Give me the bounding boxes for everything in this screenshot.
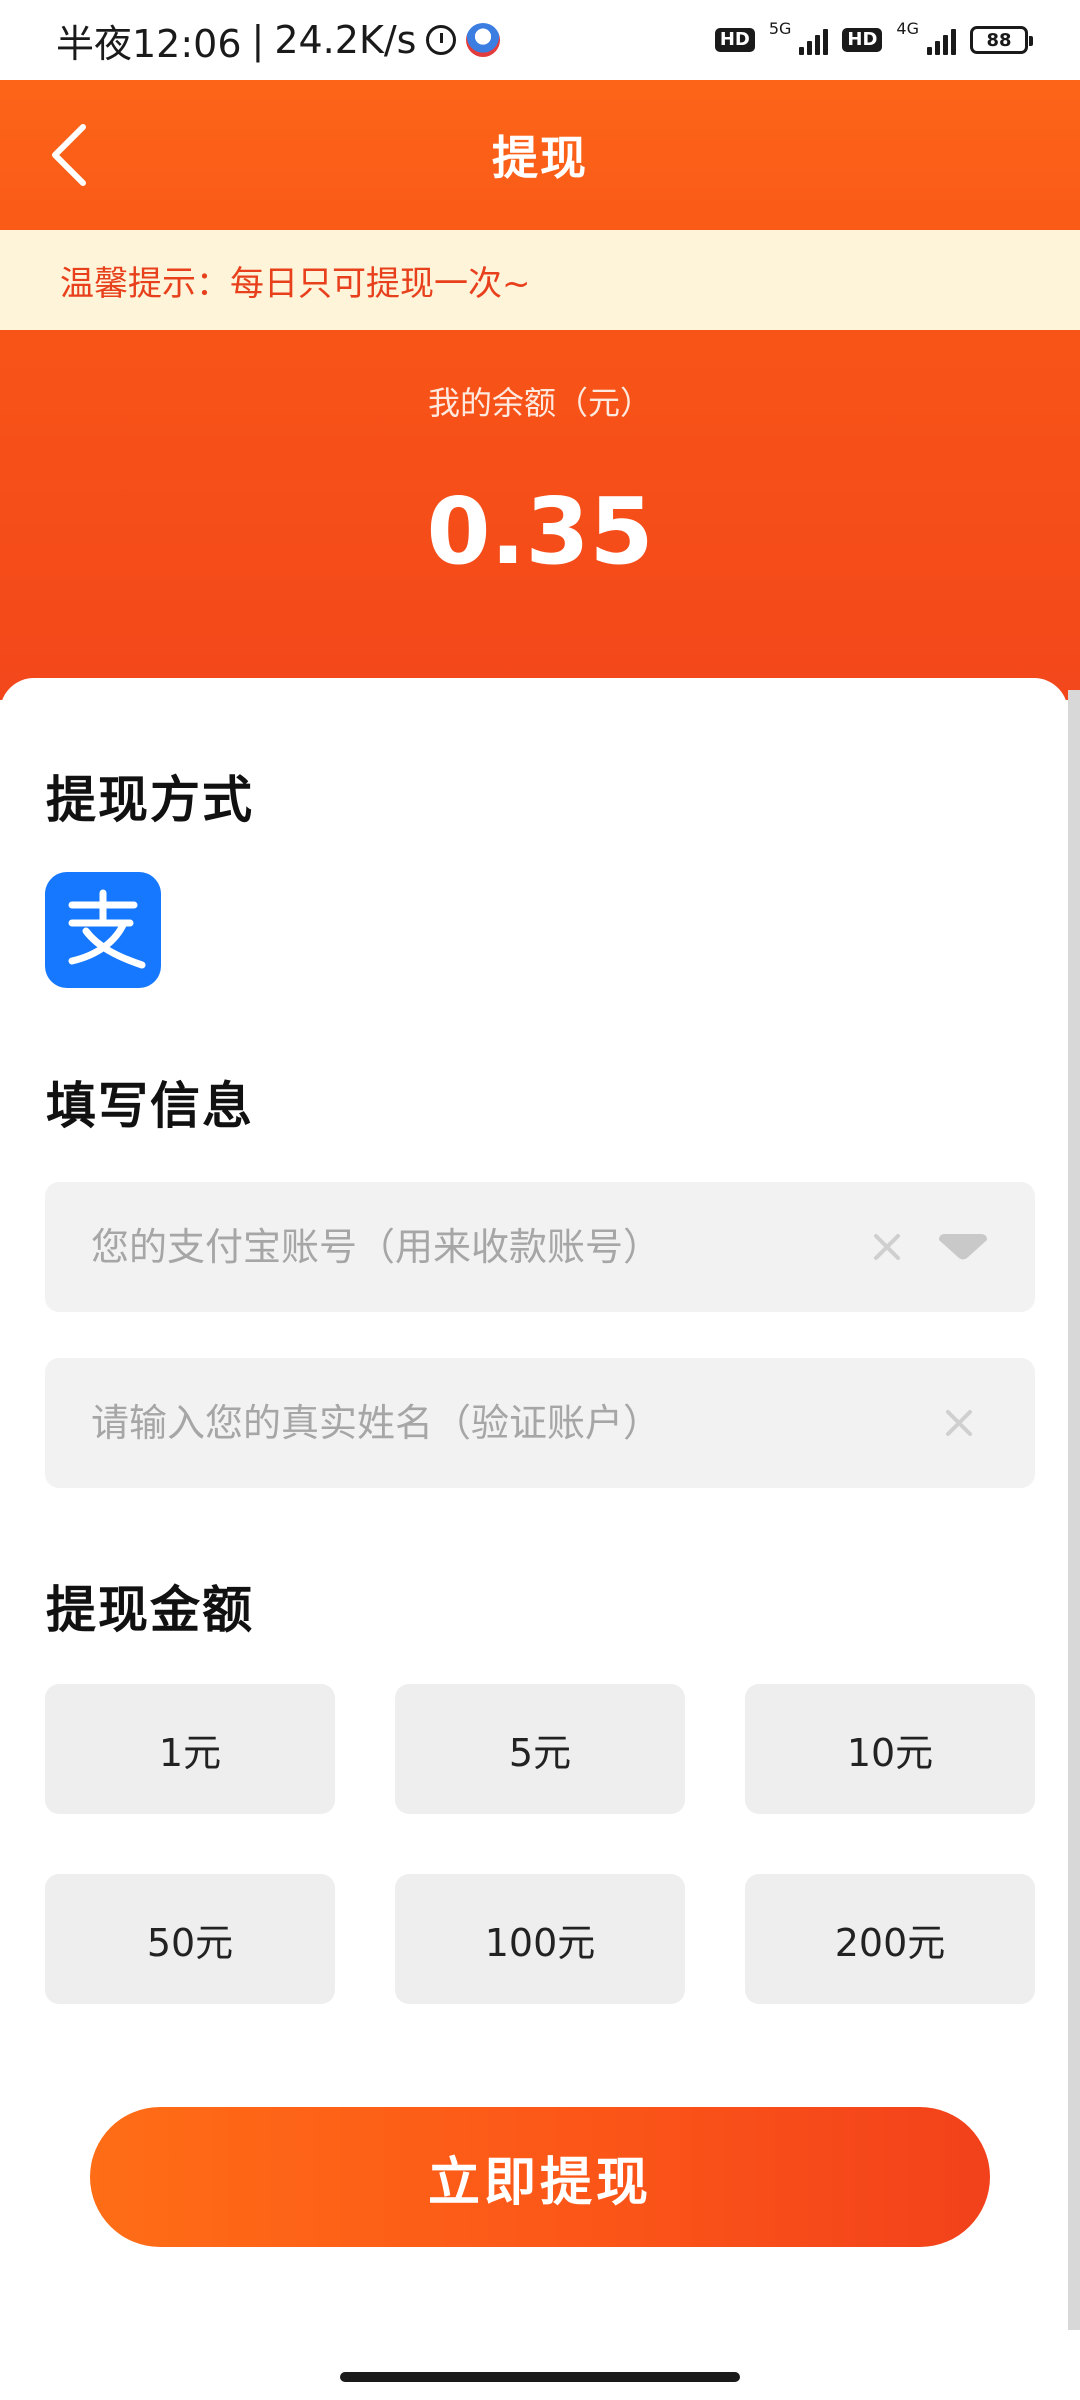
amount-option[interactable]: 50元 bbox=[45, 1874, 335, 2004]
amount-option[interactable]: 1元 bbox=[45, 1684, 335, 1814]
app-notification-icon bbox=[466, 23, 501, 57]
alipay-method-option[interactable] bbox=[45, 872, 161, 988]
amount-option[interactable]: 5元 bbox=[395, 1684, 685, 1814]
withdraw-page: 半夜12:06 | 24.2K/s HD 5G HD 4G 88 提现 温馨提示… bbox=[0, 0, 1080, 2400]
status-bar: 半夜12:06 | 24.2K/s HD 5G HD 4G 88 bbox=[0, 0, 1080, 80]
status-separator: | bbox=[251, 18, 265, 62]
amount-option[interactable]: 200元 bbox=[745, 1874, 1035, 2004]
status-left: 半夜12:06 | 24.2K/s bbox=[56, 13, 501, 68]
home-indicator[interactable] bbox=[340, 2372, 740, 2382]
network-type-4g: 4G bbox=[896, 18, 919, 38]
clear-icon[interactable] bbox=[867, 1227, 907, 1267]
page-header: 提现 bbox=[0, 80, 1080, 230]
notice-text: 温馨提示：每日只可提现一次~ bbox=[60, 263, 531, 304]
status-right: HD 5G HD 4G 88 bbox=[714, 19, 1033, 55]
withdraw-method-title: 提现方式 bbox=[46, 771, 254, 829]
hd-badge: HD bbox=[714, 28, 755, 52]
real-name-input[interactable] bbox=[89, 1400, 793, 1446]
alipay-account-input[interactable] bbox=[89, 1224, 793, 1270]
signal-icon bbox=[799, 25, 829, 55]
fill-info-title: 填写信息 bbox=[46, 1077, 254, 1135]
scrollbar[interactable] bbox=[1068, 690, 1080, 2330]
battery-level: 88 bbox=[986, 29, 1012, 51]
chevron-left-icon bbox=[52, 124, 86, 186]
clear-icon[interactable] bbox=[939, 1403, 979, 1443]
network-speed: 24.2K/s bbox=[274, 18, 417, 62]
withdraw-now-button[interactable]: 立即提现 bbox=[90, 2107, 990, 2247]
amount-option[interactable]: 100元 bbox=[395, 1874, 685, 2004]
alipay-logo-icon bbox=[68, 889, 146, 969]
alipay-account-field bbox=[45, 1182, 1035, 1312]
network-type-5g: 5G bbox=[768, 18, 792, 38]
real-name-field bbox=[45, 1358, 1035, 1488]
withdraw-amount-title: 提现金额 bbox=[46, 1581, 254, 1639]
notice-bar: 温馨提示：每日只可提现一次~ bbox=[0, 230, 1080, 330]
dropdown-icon[interactable] bbox=[937, 1230, 989, 1264]
balance-value: 0.35 bbox=[426, 478, 654, 585]
battery-icon: 88 bbox=[970, 26, 1033, 54]
alarm-icon bbox=[426, 25, 457, 55]
hd-badge: HD bbox=[842, 28, 883, 52]
back-button[interactable] bbox=[34, 120, 104, 190]
status-time: 半夜12:06 bbox=[56, 21, 242, 66]
balance-label: 我的余额（元） bbox=[427, 384, 652, 422]
page-title: 提现 bbox=[492, 131, 588, 185]
signal-icon bbox=[927, 25, 956, 55]
amount-option[interactable]: 10元 bbox=[745, 1684, 1035, 1814]
